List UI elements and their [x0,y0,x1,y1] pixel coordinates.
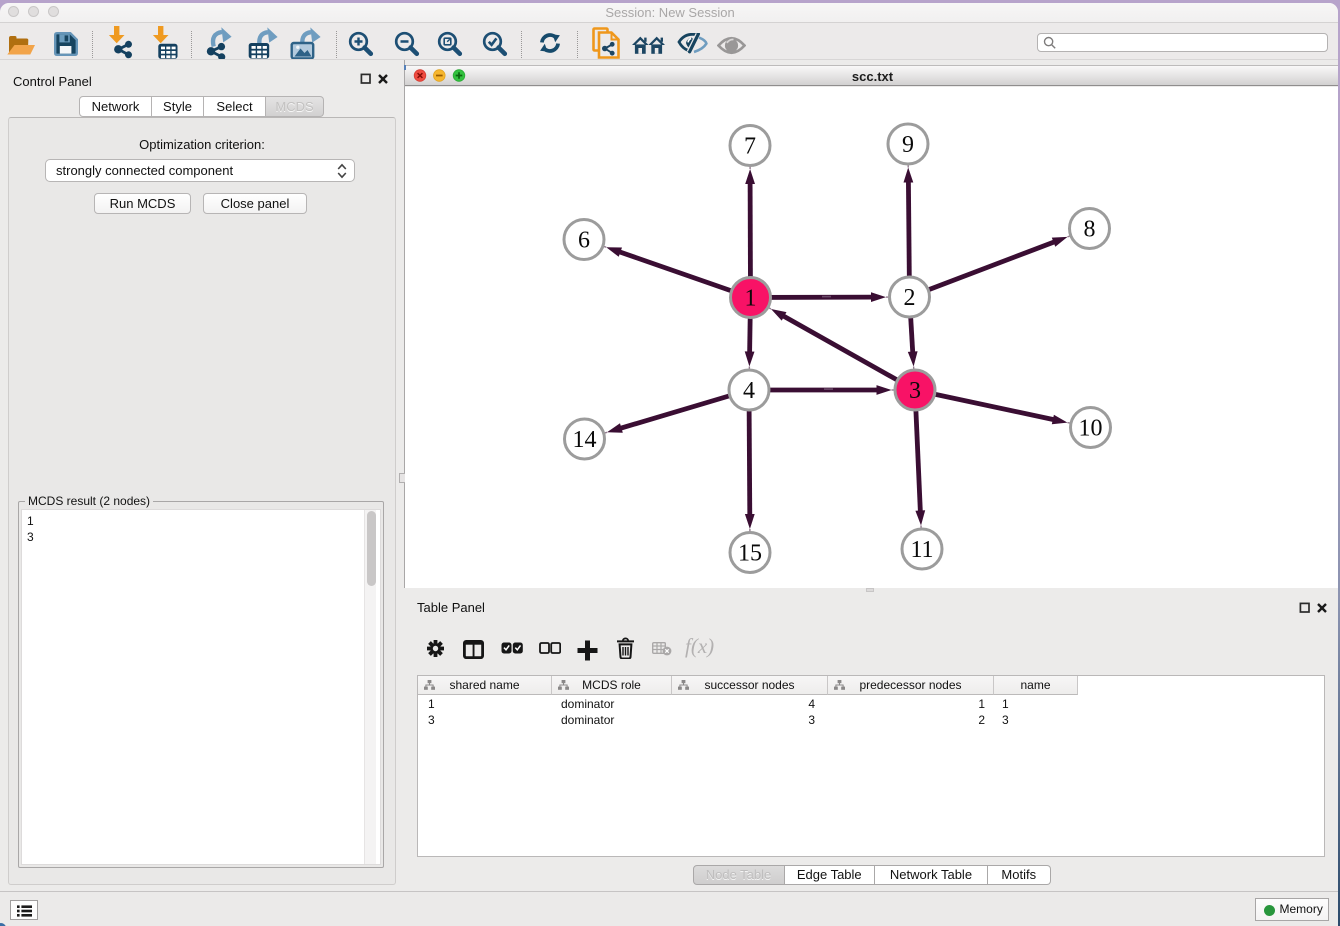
svg-text:3: 3 [909,378,921,404]
svg-text:15: 15 [738,541,762,567]
svg-text:11: 11 [910,537,933,563]
svg-text:10: 10 [1079,416,1103,442]
svg-text:2: 2 [904,285,916,311]
svg-text:6: 6 [578,228,590,254]
svg-text:1: 1 [745,286,757,312]
svg-text:4: 4 [743,378,755,404]
svg-text:8: 8 [1084,217,1096,243]
svg-text:14: 14 [573,427,597,453]
svg-text:7: 7 [744,134,756,160]
svg-text:9: 9 [902,132,914,158]
